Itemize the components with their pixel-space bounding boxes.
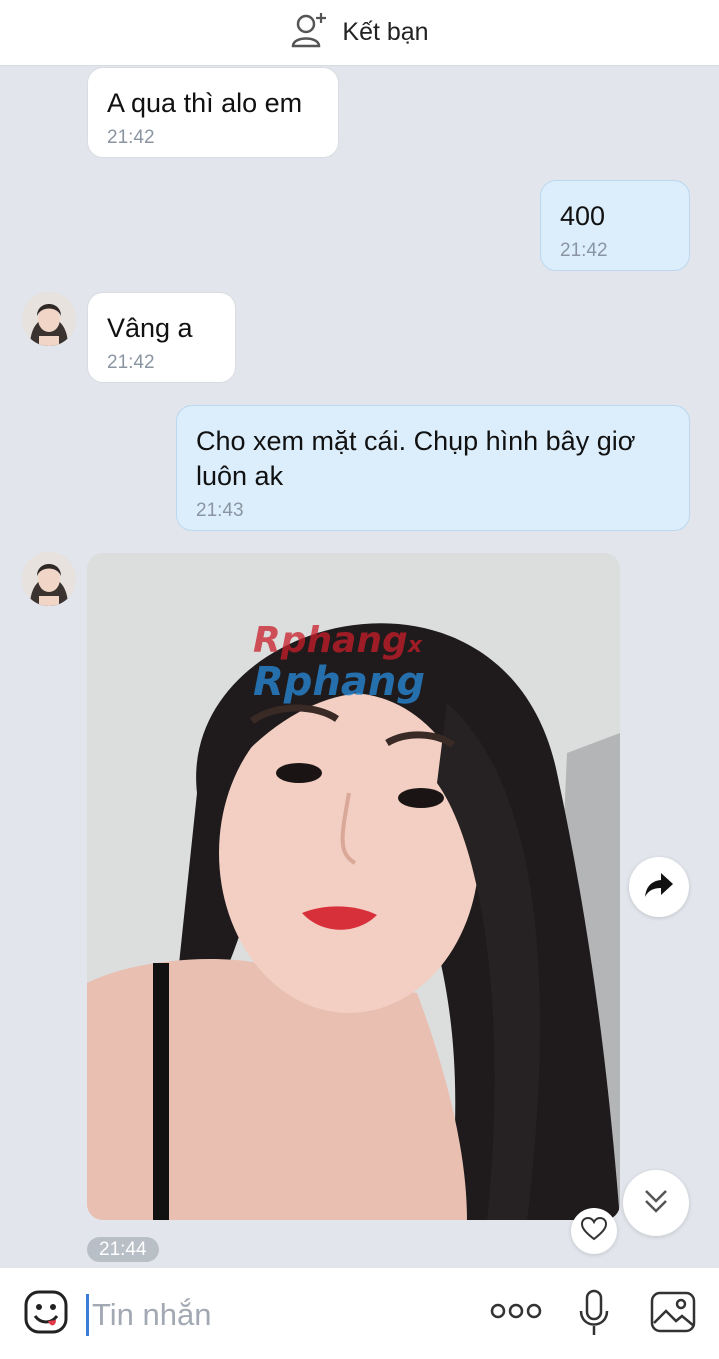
message-input[interactable]: Tin nhắn — [86, 1292, 446, 1338]
message-time: 21:42 — [107, 352, 155, 373]
heart-icon — [580, 1216, 608, 1246]
text-caret — [86, 1294, 89, 1336]
add-friend-button[interactable]: Kết bạn — [290, 10, 429, 55]
message-text: Vâng a — [107, 313, 193, 343]
message-bubble-incoming[interactable]: Vâng a 21:42 — [87, 292, 236, 383]
message-bubble-outgoing[interactable]: Cho xem mặt cái. Chụp hình bây giơ luôn … — [176, 405, 690, 531]
message-input-placeholder: Tin nhắn — [92, 1297, 212, 1332]
double-chevron-down-icon — [642, 1187, 670, 1220]
message-bubble-incoming[interactable]: A qua thì alo em 21:42 — [87, 67, 339, 158]
add-friend-label: Kết bạn — [342, 18, 429, 46]
photo-message[interactable]: Rphangx Rphang — [87, 553, 620, 1220]
message-time: 21:43 — [196, 500, 244, 521]
more-button[interactable] — [488, 1298, 544, 1328]
message-bubble-outgoing[interactable]: 400 21:42 — [540, 180, 690, 271]
message-text: A qua thì alo em — [107, 88, 303, 118]
share-arrow-icon — [645, 872, 673, 902]
message-time: 21:42 — [560, 240, 608, 261]
message-composer: Tin nhắn — [0, 1267, 719, 1359]
image-icon — [650, 1291, 696, 1338]
message-time: 21:42 — [107, 127, 155, 148]
like-button[interactable] — [571, 1208, 617, 1254]
contact-avatar[interactable] — [22, 292, 76, 346]
message-text: 400 — [560, 201, 606, 231]
emoji-icon — [23, 1289, 69, 1340]
gallery-button[interactable] — [649, 1291, 697, 1338]
more-dots-icon — [490, 1303, 542, 1324]
scroll-down-button[interactable] — [623, 1170, 689, 1236]
share-button[interactable] — [629, 857, 689, 917]
top-bar: Kết bạn — [0, 0, 719, 66]
person-plus-icon — [290, 10, 330, 55]
contact-avatar[interactable] — [22, 552, 76, 606]
microphone-icon — [578, 1289, 610, 1342]
emoji-button[interactable] — [22, 1290, 70, 1338]
selfie-photo — [87, 553, 620, 1220]
photo-time: 21:44 — [87, 1237, 159, 1262]
voice-button[interactable] — [576, 1289, 612, 1342]
message-text: Cho xem mặt cái. Chụp hình bây giơ luôn … — [196, 426, 636, 491]
